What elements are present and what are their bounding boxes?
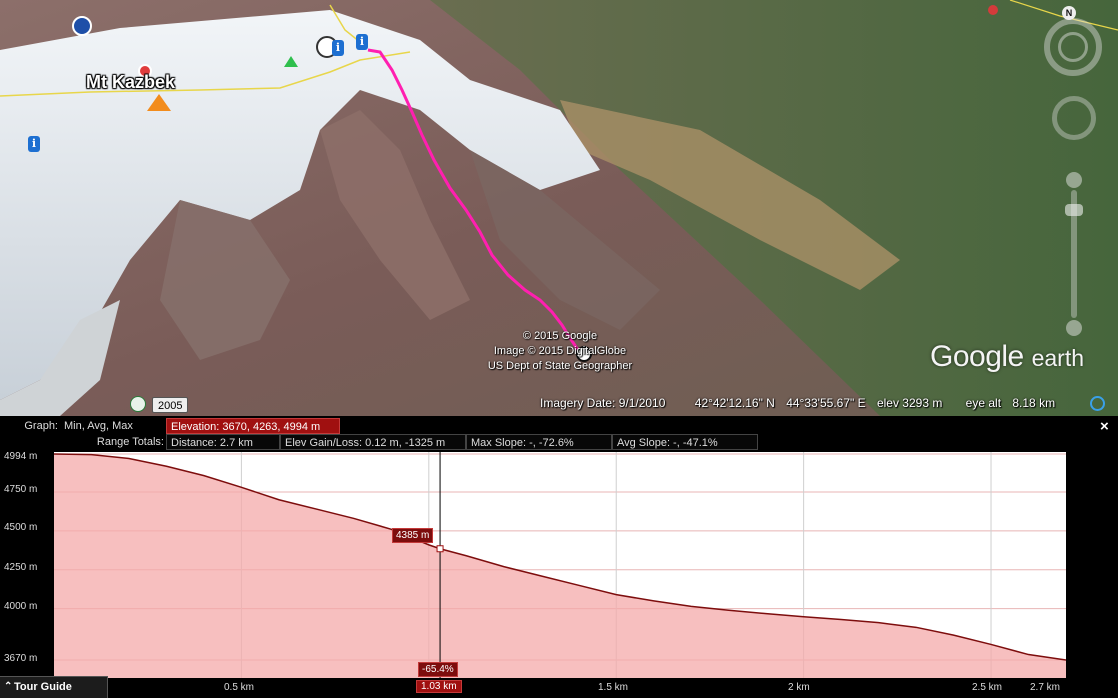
map-view[interactable]: Mt Kazbek i i i © 2015 Google Image © 20… (0, 0, 1118, 416)
distance-box[interactable]: Distance: 2.7 km (166, 434, 280, 450)
y-tick-label: 4000 m (4, 601, 38, 612)
elevation-graph[interactable] (54, 452, 1066, 678)
info-icon[interactable]: i (28, 136, 40, 152)
status-bar: Imagery Date: 9/1/2010 42°42'12.16" N 44… (540, 396, 1081, 410)
y-tick-label: 4250 m (4, 562, 38, 573)
range-totals-row: Range Totals: Distance: 2.7 km Elev Gain… (0, 434, 1100, 452)
graph-mode-value: Min, Avg, Max (64, 420, 133, 432)
google-earth-window: Mt Kazbek i i i © 2015 Google Image © 20… (0, 0, 1118, 698)
x-tick-label: 2 km (788, 682, 810, 693)
cursor-point (436, 545, 444, 553)
imagery-date: Imagery Date: 9/1/2010 (540, 396, 666, 410)
max-slope-box[interactable]: Max Slope: -, -72.6% (466, 434, 612, 450)
logo-sub: earth (1031, 345, 1085, 371)
longitude-readout: 44°33'55.67" E (786, 396, 866, 410)
elev-gain-loss-box[interactable]: Elev Gain/Loss: 0.12 m, -1325 m (280, 434, 466, 450)
look-joystick-control[interactable] (1052, 96, 1096, 140)
y-tick-label: 4500 m (4, 522, 38, 533)
elevation-area-fill (54, 454, 1066, 678)
y-tick-label: 4750 m (4, 484, 38, 495)
latitude-readout: 42°42'12.16" N (694, 396, 775, 410)
copyright-line: US Dept of State Geographer (487, 360, 633, 372)
zoom-out-button[interactable] (1066, 320, 1082, 336)
x-tick-label: 1.5 km (598, 682, 629, 693)
imagery-copyright: © 2015 Google Image © 2015 DigitalGlobe … (474, 329, 646, 374)
eye-alt-label: eye alt (965, 396, 1002, 410)
tilt-joystick-control[interactable] (1058, 32, 1088, 62)
y-tick-label: 3670 m (4, 653, 38, 664)
close-graph-button[interactable]: × (1100, 418, 1109, 435)
x-tick-label: 2.7 km (1030, 682, 1061, 693)
chevron-up-icon: ⌃ (4, 681, 13, 692)
x-tick-label: 2.5 km (972, 682, 1003, 693)
logo-main: Google (930, 340, 1024, 373)
google-earth-logo: Google earth (930, 340, 1084, 374)
y-tick-label: 4994 m (4, 451, 38, 462)
red-placemark-icon[interactable] (988, 5, 998, 15)
tour-guide-label: Tour Guide (14, 681, 72, 693)
volcano-icon[interactable] (147, 94, 171, 111)
zoom-in-button[interactable] (1066, 172, 1082, 188)
elevation-chart-svg[interactable] (54, 452, 1066, 678)
cursor-elevation-tooltip: 4385 m (392, 528, 434, 543)
place-label-mt-kazbek[interactable]: Mt Kazbek (86, 72, 175, 93)
streaming-progress-icon (1090, 396, 1105, 411)
cursor-slope-tooltip: -65.4% (418, 662, 458, 677)
elevation-stats-box[interactable]: Elevation: 3670, 4263, 4994 m (166, 418, 340, 434)
info-icon[interactable]: i (356, 34, 368, 50)
historical-year-badge[interactable]: 2005 (152, 397, 189, 413)
tour-guide-button[interactable]: ⌃ Tour Guide (0, 676, 108, 698)
historical-imagery-clock-icon[interactable] (130, 396, 146, 412)
zoom-slider-thumb[interactable] (1065, 204, 1083, 216)
graph-label: Graph: (24, 420, 58, 432)
avg-slope-box[interactable]: Avg Slope: -, -47.1% (612, 434, 758, 450)
elevation-readout: elev 3293 m (876, 396, 943, 410)
copyright-line: Image © 2015 DigitalGlobe (493, 345, 627, 357)
info-icon[interactable]: i (332, 40, 344, 56)
north-up-button[interactable]: N (1062, 6, 1076, 20)
copyright-line: © 2015 Google (522, 330, 598, 342)
nasa-placemark-icon[interactable] (72, 16, 92, 36)
cursor-distance-label: 1.03 km (416, 680, 462, 693)
x-tick-label: 0.5 km (224, 682, 255, 693)
eye-alt-value: 8.18 km (1012, 396, 1056, 410)
summit-marker-icon[interactable] (284, 56, 298, 67)
range-totals-label: Range Totals: (96, 436, 164, 448)
